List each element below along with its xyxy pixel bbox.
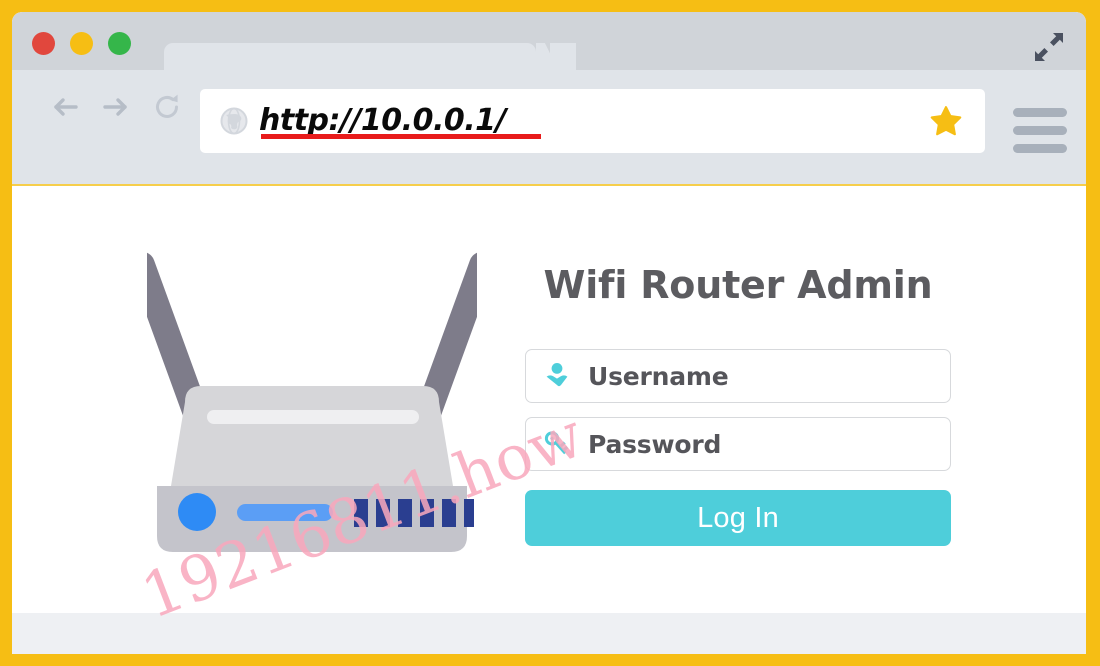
hamburger-bar <box>1013 144 1067 153</box>
login-page-body: Wifi Router Admin Username Password Log … <box>12 188 1086 625</box>
url-underline <box>261 134 541 139</box>
login-button[interactable]: Log In <box>525 490 951 546</box>
minimize-window-button[interactable] <box>70 32 93 55</box>
username-field[interactable]: Username <box>525 349 951 403</box>
maximize-icon[interactable] <box>1034 32 1064 62</box>
url-text-wrapper: http://10.0.0.1/ <box>259 103 929 139</box>
page-footer <box>12 613 1086 654</box>
login-panel: Wifi Router Admin Username Password Log … <box>525 263 951 546</box>
star-icon[interactable] <box>929 104 963 138</box>
user-icon <box>543 361 571 391</box>
username-label: Username <box>588 361 729 391</box>
window-frame: http://10.0.0.1/ Wifi Router Admin Usern… <box>0 0 1100 666</box>
reload-icon[interactable] <box>152 92 182 122</box>
titlebar <box>12 12 1086 80</box>
close-window-button[interactable] <box>32 32 55 55</box>
back-arrow-icon[interactable] <box>50 92 80 122</box>
hamburger-bar <box>1013 108 1067 117</box>
wifi-router-illustration <box>128 240 496 570</box>
hamburger-menu-icon[interactable] <box>1013 108 1067 153</box>
address-bar[interactable]: http://10.0.0.1/ <box>200 89 985 153</box>
traffic-lights <box>32 32 131 55</box>
page-content: Wifi Router Admin Username Password Log … <box>12 188 1086 654</box>
key-icon <box>543 429 571 459</box>
hamburger-bar <box>1013 126 1067 135</box>
forward-arrow-icon[interactable] <box>101 92 131 122</box>
password-field[interactable]: Password <box>525 417 951 471</box>
globe-icon <box>220 107 248 135</box>
password-label: Password <box>588 429 722 459</box>
browser-window: http://10.0.0.1/ Wifi Router Admin Usern… <box>12 12 1086 654</box>
page-title: Wifi Router Admin <box>543 263 933 307</box>
navigation-buttons <box>50 92 182 122</box>
url-input[interactable]: http://10.0.0.1/ <box>259 103 506 138</box>
browser-toolbar: http://10.0.0.1/ <box>12 78 1086 186</box>
zoom-window-button[interactable] <box>108 32 131 55</box>
